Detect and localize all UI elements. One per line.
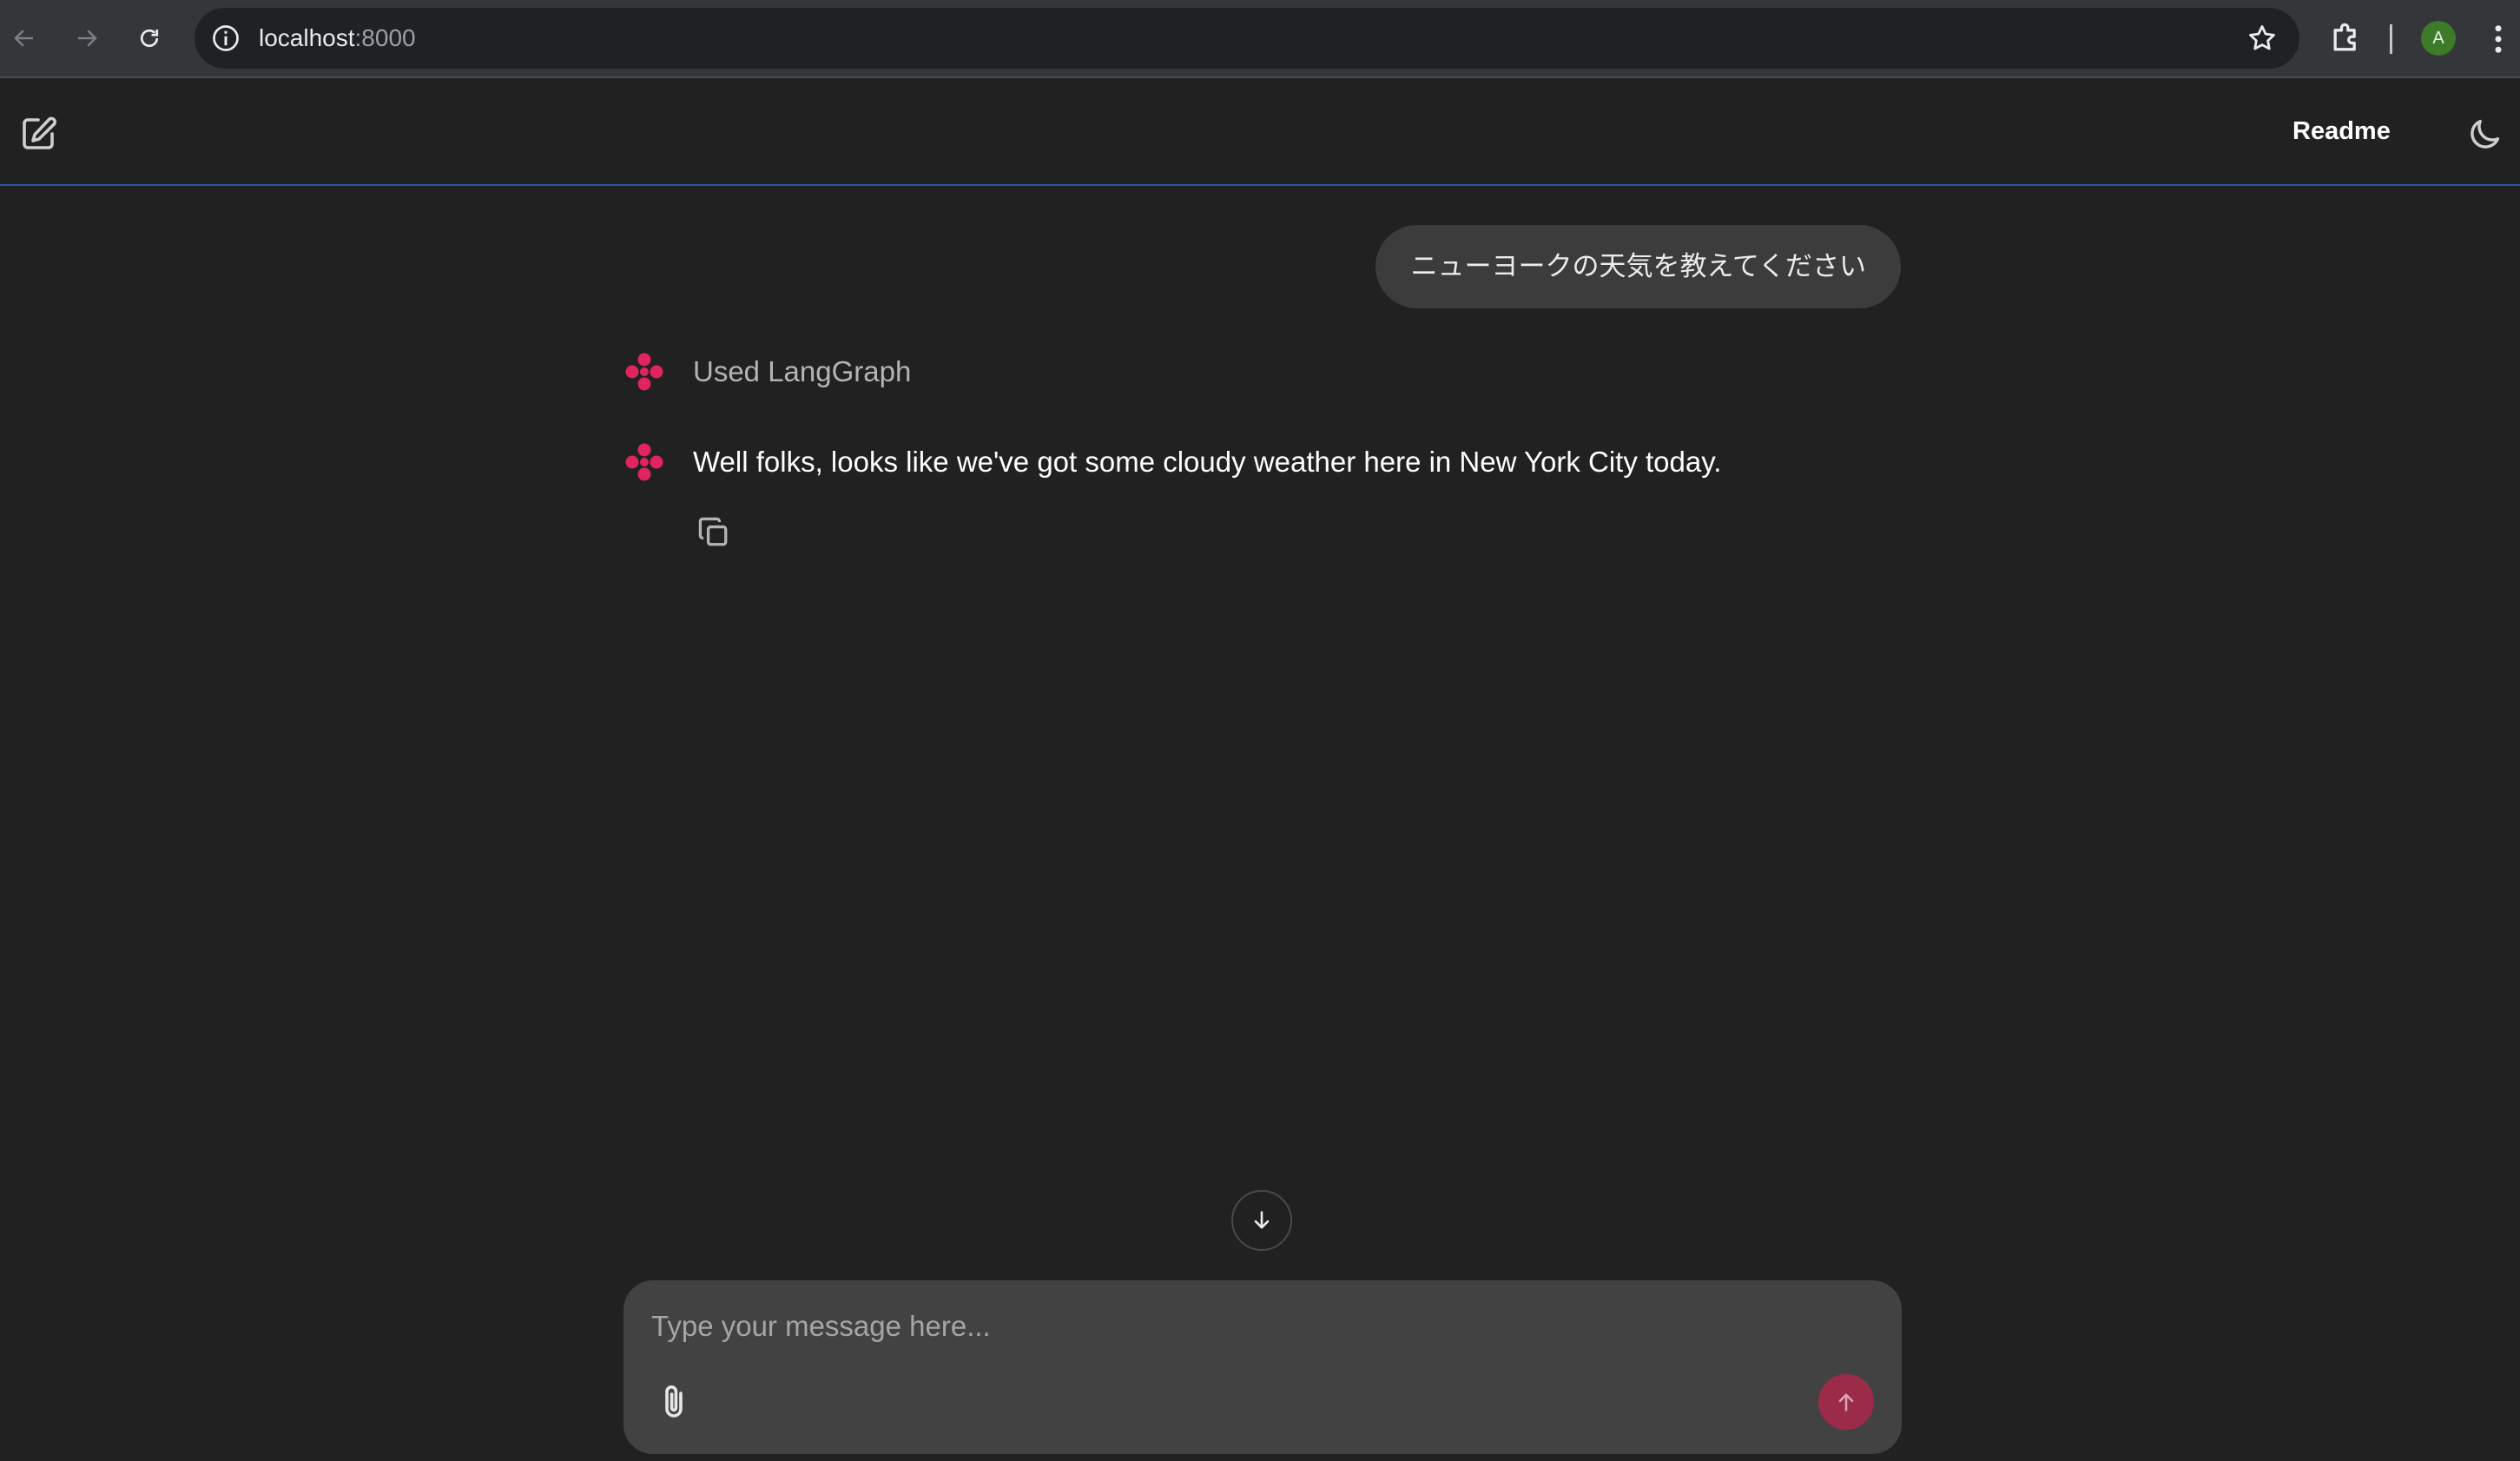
moon-theme-icon[interactable] <box>2464 115 2504 155</box>
toolbar-divider <box>2390 24 2392 54</box>
browser-toolbar: localhost:8000 A <box>0 0 2520 78</box>
address-bar[interactable]: localhost:8000 <box>195 8 2299 69</box>
user-message-bubble: ニューヨークの天気を教えてください <box>1375 225 1901 308</box>
assistant-logo-icon <box>620 347 669 396</box>
browser-menu-icon[interactable] <box>2485 21 2511 57</box>
send-button[interactable] <box>1818 1374 1874 1430</box>
reload-icon[interactable] <box>127 16 172 61</box>
tool-status-text: Used LangGraph <box>693 355 912 387</box>
url-port: :8000 <box>354 24 416 51</box>
site-info-icon[interactable] <box>210 23 241 54</box>
message-composer <box>623 1280 1902 1454</box>
profile-avatar[interactable]: A <box>2421 21 2456 56</box>
copy-icon[interactable] <box>695 513 733 552</box>
arrow-up-icon <box>1838 1393 1854 1411</box>
arrow-down-icon <box>1254 1211 1270 1229</box>
extensions-puzzle-icon[interactable] <box>2327 19 2365 57</box>
assistant-message-text: Well folks, looks like we've got some cl… <box>693 446 1722 478</box>
forward-icon[interactable] <box>64 16 109 61</box>
back-icon[interactable] <box>2 16 47 61</box>
paperclip-attach-icon[interactable] <box>653 1381 695 1423</box>
readme-link[interactable]: Readme <box>2292 78 2391 184</box>
app-header: Readme <box>0 78 2520 186</box>
scroll-to-bottom-button[interactable] <box>1231 1190 1292 1251</box>
url-host: localhost <box>259 24 355 51</box>
assistant-logo-icon <box>620 438 669 486</box>
new-chat-edit-icon[interactable] <box>17 113 59 155</box>
url-text: localhost:8000 <box>259 8 416 69</box>
message-input[interactable] <box>650 1299 1869 1353</box>
bookmark-star-icon[interactable] <box>2246 22 2279 55</box>
